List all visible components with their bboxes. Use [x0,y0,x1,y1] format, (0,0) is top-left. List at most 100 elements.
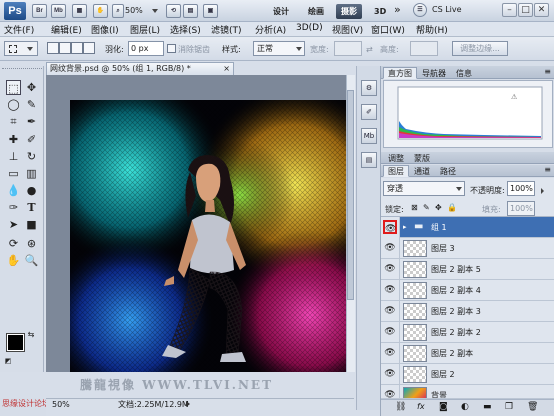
lock-position-icon[interactable]: ✥ [435,203,442,212]
zoom-tool-icon[interactable]: 🔍 [24,253,39,268]
minimize-button[interactable]: – [502,3,517,17]
3d-orbit-icon[interactable]: ⊛ [24,236,39,251]
layer-row-group-1[interactable]: 👁 ▸ ▬ 组 1 [381,217,554,238]
clone-stamp-icon[interactable]: ⊥ [6,149,21,164]
document-tab[interactable]: 网纹背景.psd @ 50% (组 1, RGB/8) * × [46,62,234,75]
shape-tool-icon[interactable]: ■ [24,217,39,232]
menu-window[interactable]: 窗口(W) [371,23,405,36]
eye-icon[interactable]: 👁 [383,346,397,360]
expand-triangle-icon[interactable]: ▸ [403,223,407,231]
delete-layer-icon[interactable]: 🗑 [527,402,538,412]
new-group-icon[interactable]: ▬ [483,402,492,412]
menu-view[interactable]: 视图(V) [332,23,363,36]
gradient-tool-icon[interactable]: ▥ [24,166,39,181]
layer-row[interactable]: 👁 图层 2 [381,364,554,385]
eye-icon[interactable]: 👁 [383,304,397,318]
eye-icon[interactable]: 👁 [383,325,397,339]
eye-icon[interactable]: 👁 [383,367,397,381]
eraser-tool-icon[interactable]: ▭ [6,166,21,181]
more-workspaces-icon[interactable]: » [394,3,401,16]
foreground-color-swatch[interactable] [6,333,25,352]
width-input[interactable] [334,41,362,56]
eye-icon[interactable]: 👁 [383,262,397,276]
eye-icon[interactable]: 👁 [383,220,397,234]
workspace-painting[interactable]: 绘画 [303,4,329,19]
layer-style-icon[interactable]: fx [417,402,425,411]
type-tool-icon[interactable]: T [24,200,39,215]
tab-channels[interactable]: 通道 [409,165,435,177]
height-input[interactable] [410,41,438,56]
layers-panel-menu-icon[interactable]: ≡ [544,165,551,174]
new-layer-icon[interactable]: ❐ [505,402,513,412]
workspace-photography[interactable]: 摄影 [336,4,362,19]
menu-file[interactable]: 文件(F) [4,23,34,36]
layer-row[interactable]: 👁 背景 [381,385,554,399]
tool-preset-picker[interactable] [4,41,38,56]
workspace-3d[interactable]: 3D [369,4,391,19]
extras-icon[interactable]: ▦ [72,4,87,18]
history-brush-icon[interactable]: ↻ [24,149,39,164]
zoom-tool-icon[interactable]: ⌕ [112,4,124,18]
eyedropper-tool-icon[interactable]: ✒ [24,114,39,129]
marquee-tool-icon[interactable]: ⬚ [6,80,21,95]
tab-adjustments[interactable]: 调整 [383,152,409,164]
default-colors-icon[interactable]: ◩ [3,356,13,366]
layer-row[interactable]: 👁 图层 2 副本 2 [381,322,554,343]
tab-paths[interactable]: 路径 [435,165,461,177]
new-selection-icon[interactable] [47,42,59,54]
feather-input[interactable]: 0 px [128,41,164,56]
canvas-image[interactable] [70,100,346,372]
status-zoom[interactable]: 50% [52,399,70,410]
panel-menu-icon[interactable]: ≡ [544,67,551,76]
eye-icon[interactable]: 👁 [383,388,397,398]
add-to-selection-icon[interactable] [59,42,71,54]
menu-image[interactable]: 图像(I) [91,23,119,36]
menu-help[interactable]: 帮助(H) [416,23,448,36]
style-select[interactable]: 正常 [253,41,305,56]
swap-dimensions-icon[interactable]: ⇄ [366,45,373,54]
hand-tool-icon[interactable]: ✋ [93,4,108,18]
layer-row[interactable]: 👁 图层 3 [381,238,554,259]
link-layers-icon[interactable]: ⛓ [395,402,406,412]
menu-layer[interactable]: 图层(L) [130,23,160,36]
layer-row[interactable]: 👁 图层 2 副本 [381,343,554,364]
eye-icon[interactable]: 👁 [383,241,397,255]
status-menu-icon[interactable] [186,401,190,407]
zoom-level[interactable]: 50% [125,6,143,15]
tools-panel-grip[interactable] [2,68,42,72]
menu-select[interactable]: 选择(S) [170,23,201,36]
swap-colors-icon[interactable]: ⇆ [26,330,36,340]
arrange-documents-icon[interactable]: ▤ [183,4,198,18]
brushes-icon[interactable]: ✐ [361,104,377,120]
cs-live-icon[interactable]: ☰ [413,3,427,17]
lock-pixels-icon[interactable]: ✎ [423,203,430,212]
layer-row[interactable]: 👁 图层 2 副本 3 [381,301,554,322]
blur-tool-icon[interactable]: 💧 [6,183,21,198]
blend-mode-select[interactable]: 穿透 [383,181,465,196]
healing-brush-icon[interactable]: ✚ [6,132,21,147]
close-button[interactable]: ✕ [534,3,549,17]
tab-info[interactable]: 信息 [451,67,477,79]
mini-bridge-icon[interactable]: Mb [51,4,66,18]
zoom-chevron-down-icon[interactable] [152,9,158,13]
close-document-icon[interactable]: × [223,63,230,75]
workspace-design[interactable]: 设计 [268,4,294,19]
brush-tool-icon[interactable]: ✐ [24,132,39,147]
add-mask-icon[interactable]: ◙ [439,402,448,412]
cs-live-label[interactable]: CS Live [432,5,462,14]
tab-histogram[interactable]: 直方图 [383,67,417,79]
tool-presets-icon[interactable]: ⚙ [361,80,377,96]
antialias-checkbox[interactable] [167,44,176,53]
tab-layers[interactable]: 图层 [383,165,409,177]
history-icon[interactable]: ▤ [361,152,377,168]
hand-tool-icon[interactable]: ✋ [6,253,21,268]
refine-edge-button[interactable]: 调整边缘... [452,41,508,56]
menu-analysis[interactable]: 分析(A) [255,23,286,36]
3d-rotate-icon[interactable]: ⟳ [6,236,21,251]
tab-navigator[interactable]: 导航器 [417,67,451,79]
menu-3d[interactable]: 3D(D) [296,23,323,33]
move-tool-icon[interactable]: ✥ [24,80,39,95]
adjustment-layer-icon[interactable]: ◐ [461,402,469,412]
fill-input[interactable]: 100% [507,201,535,216]
vertical-scroll-thumb[interactable] [347,90,354,300]
